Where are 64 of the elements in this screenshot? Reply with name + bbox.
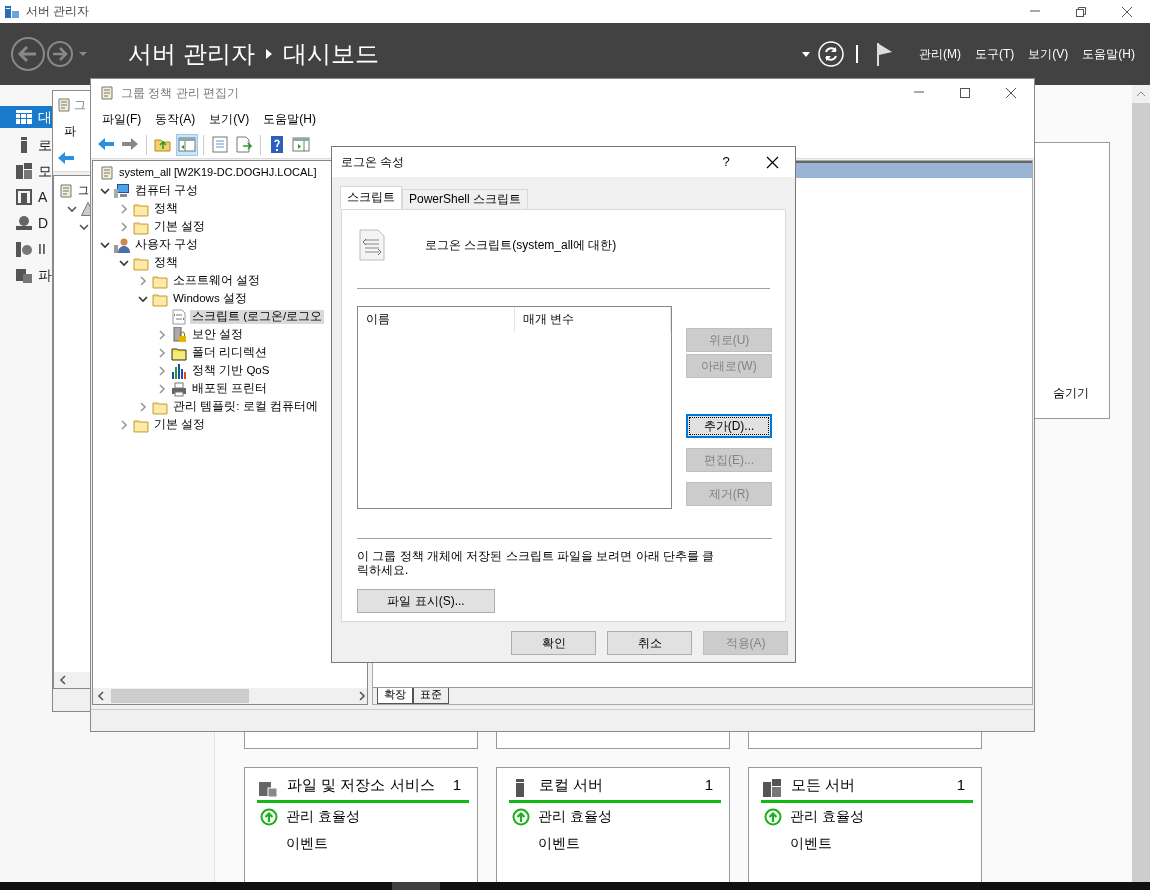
tree-item[interactable]: 기본 설정 xyxy=(152,418,208,432)
dialog-title: 로그온 속성 xyxy=(341,154,405,170)
window-title: 그룹 정책 관리 편집기 xyxy=(121,85,239,101)
window-title: 서버 관리자 xyxy=(26,4,90,19)
tile-title: 파일 및 저장소 서비스 xyxy=(287,776,436,794)
script-list[interactable]: 이름 매개 변수 xyxy=(357,306,672,509)
tree-item[interactable]: 스크립트 (로그온/로그오 xyxy=(190,310,325,324)
tree-item[interactable]: 소프트웨어 설정 xyxy=(171,274,263,288)
menu-item[interactable]: 관리(M) xyxy=(912,46,968,62)
tile-link[interactable]: 이벤트 xyxy=(538,835,580,852)
tab[interactable]: 표준 xyxy=(413,688,449,704)
tab[interactable]: 확장 xyxy=(377,688,413,704)
menu-item[interactable]: 동작(A) xyxy=(148,111,203,127)
tile-count: 1 xyxy=(956,776,966,794)
menu-item[interactable]: 도움말(H) xyxy=(1075,46,1142,62)
tile-count: 1 xyxy=(452,776,462,794)
menu-item[interactable]: 파일(F) xyxy=(95,111,149,127)
tree-item[interactable]: 사용자 구성 xyxy=(133,238,201,252)
tree-item[interactable]: 보안 설정 xyxy=(190,328,246,342)
column-header[interactable]: 매개 변수 xyxy=(515,307,671,332)
tile-link[interactable]: 이벤트 xyxy=(790,835,832,852)
menu-item[interactable]: 도움말(H) xyxy=(256,111,323,127)
tree-item[interactable]: 컴퓨터 구성 xyxy=(133,184,201,198)
tree-item[interactable]: 폴더 리디렉션 xyxy=(190,346,270,360)
sidebar-item[interactable]: II xyxy=(0,236,52,262)
tree-item[interactable]: 정책 기반 QoS xyxy=(190,364,272,378)
tree-item[interactable]: 기본 설정 xyxy=(152,220,208,234)
sidebar-item[interactable]: 로 xyxy=(0,132,52,158)
tree-item[interactable]: Windows 설정 xyxy=(171,292,249,306)
menu-item[interactable]: 보기(V) xyxy=(1021,46,1076,62)
menu-item[interactable]: 도구(T) xyxy=(968,46,1022,62)
window-title: 그 xyxy=(74,97,86,113)
dialog-button[interactable]: 추가(D)... xyxy=(686,414,772,438)
column-header[interactable]: 이름 xyxy=(358,307,515,332)
tree-item[interactable]: 그 xyxy=(77,184,90,198)
menu-item[interactable]: 보기(V) xyxy=(202,111,257,127)
dialog-button[interactable]: 확인 xyxy=(511,631,596,655)
instruction-text: 이 그룹 정책 개체에 저장된 스크립트 파일을 보려면 아래 단추를 클릭하세요. xyxy=(357,549,716,578)
tree-item[interactable]: system_all [W2K19-DC.DOGHJ.LOCAL] xyxy=(118,166,318,180)
hide-link[interactable]: 숨기기 xyxy=(1053,385,1089,400)
dialog-button[interactable]: 취소 xyxy=(607,631,692,655)
sidebar-item[interactable]: 대 xyxy=(0,106,52,128)
tree-item[interactable]: 관리 템플릿: 로컬 컴퓨터에 xyxy=(171,400,320,414)
breadcrumb-item: 대시보드 xyxy=(282,39,379,69)
tab[interactable]: PowerShell 스크립트 xyxy=(402,189,529,209)
sidebar-item[interactable]: D xyxy=(0,210,52,236)
tile-title: 모든 서버 xyxy=(791,776,857,794)
sidebar-item[interactable]: 모 xyxy=(0,158,52,184)
tile-title: 로컬 서버 xyxy=(539,776,605,794)
tab[interactable]: 스크립트 xyxy=(340,186,402,209)
tile-count: 1 xyxy=(704,776,714,794)
breadcrumb-item[interactable]: 서버 관리자 xyxy=(128,39,255,69)
tile-link[interactable]: 관리 효율성 xyxy=(286,808,360,825)
tile-link[interactable]: 관리 효율성 xyxy=(538,808,612,825)
help-button[interactable]: ? xyxy=(703,154,749,170)
tile-link[interactable]: 이벤트 xyxy=(286,835,328,852)
tree-item[interactable]: 배포된 프린터 xyxy=(190,382,270,396)
tree-item[interactable]: 정책 xyxy=(152,256,180,270)
sidebar-item[interactable]: 파 xyxy=(0,262,52,288)
tile-link[interactable]: 관리 효율성 xyxy=(790,808,864,825)
show-files-button[interactable]: 파일 표시(S)... xyxy=(357,588,495,613)
sidebar-item[interactable]: A xyxy=(0,184,52,210)
dialog-heading: 로그온 스크립트(system_all에 대한) xyxy=(425,237,617,253)
tree-item[interactable]: 정책 xyxy=(152,202,180,216)
